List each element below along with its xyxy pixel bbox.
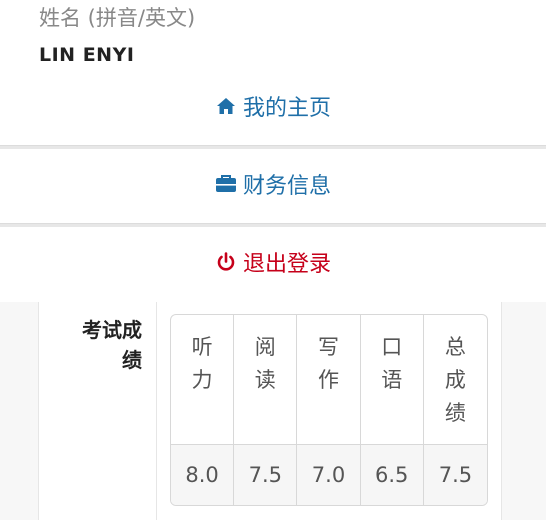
home-icon — [215, 95, 237, 117]
score-value-row: 8.0 7.5 7.0 6.5 7.5 — [171, 445, 487, 505]
score-table: 听力 阅读 写作 口语 总成绩 8.0 7.5 7.0 6.5 7.5 — [170, 314, 488, 506]
score-reading: 7.5 — [234, 445, 298, 505]
score-header-row: 听力 阅读 写作 口语 总成绩 — [171, 315, 487, 445]
power-icon — [215, 251, 237, 273]
score-listening: 8.0 — [171, 445, 235, 505]
name-label: 姓名 (拼音/英文) — [39, 6, 196, 30]
menu-item-logout[interactable]: 退出登录 — [0, 226, 546, 298]
profile-name-block: 姓名 (拼音/英文) LIN ENYI — [39, 4, 195, 66]
menu-item-finance[interactable]: 财务信息 — [0, 148, 546, 220]
score-overall: 7.5 — [423, 445, 487, 505]
menu-finance-label: 财务信息 — [242, 174, 331, 199]
header-cell-overall: 总成绩 — [423, 315, 487, 445]
header-cell-speaking: 口语 — [360, 315, 424, 445]
menu-logout-label: 退出登录 — [242, 252, 331, 277]
header-cell-listening: 听力 — [171, 315, 235, 445]
header-cell-reading: 阅读 — [234, 315, 298, 445]
menu-home-label: 我的主页 — [242, 96, 331, 121]
label-divider — [156, 302, 157, 520]
name-value: LIN ENYI — [39, 44, 135, 66]
briefcase-icon — [215, 173, 237, 195]
score-writing: 7.0 — [297, 445, 361, 505]
score-speaking: 6.5 — [360, 445, 424, 505]
header-cell-writing: 写作 — [297, 315, 361, 445]
menu-item-home[interactable]: 我的主页 — [0, 70, 546, 142]
score-section-label: 考试成绩 — [82, 318, 142, 372]
